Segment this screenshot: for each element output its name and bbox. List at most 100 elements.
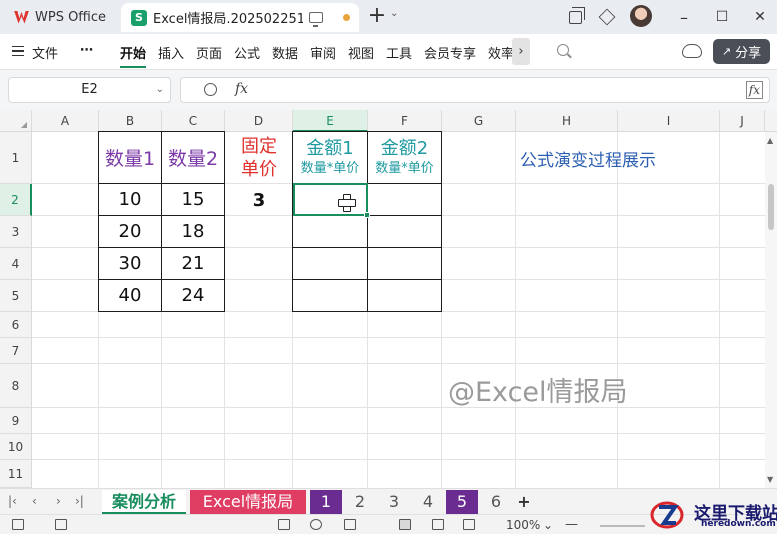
row-header-11[interactable]: 11 — [0, 460, 32, 488]
zoom-level[interactable]: 100% — [506, 518, 540, 532]
menu-more[interactable]: ⋯ — [80, 43, 93, 58]
column-header-i[interactable]: I — [618, 110, 720, 132]
sheet-tab-6[interactable]: 6 — [480, 490, 512, 514]
tab-review[interactable]: 审阅 — [310, 43, 336, 62]
name-box[interactable]: E2 ⌄ — [8, 77, 171, 103]
search-icon[interactable] — [557, 44, 569, 56]
fill-handle[interactable] — [364, 212, 370, 218]
cell-c5[interactable]: 24 — [161, 279, 225, 312]
cell-d1[interactable]: 固定 单价 — [225, 132, 293, 184]
add-sheet-button[interactable]: + — [514, 490, 534, 514]
cell-d2[interactable]: 3 — [225, 184, 293, 216]
tab-efficiency[interactable]: 效率 — [488, 43, 514, 62]
tab-member[interactable]: 会员专享 — [424, 43, 476, 62]
cell-e3[interactable] — [292, 215, 368, 248]
cell-f4[interactable] — [367, 247, 442, 280]
cell-e5[interactable] — [292, 279, 368, 312]
avatar[interactable] — [630, 5, 652, 27]
cell-c2[interactable]: 15 — [161, 183, 225, 216]
freeze-icon[interactable] — [344, 519, 356, 530]
tab-home[interactable]: 开始 — [120, 43, 147, 68]
vertical-scrollbar[interactable]: ▲ ▼ — [765, 132, 777, 488]
monitor-icon[interactable] — [309, 12, 323, 27]
cell-h1[interactable]: 公式演变过程展示 — [516, 140, 676, 176]
cell-e1[interactable]: 金额1 数量*单价 — [292, 131, 368, 184]
column-header-e[interactable]: E — [293, 110, 368, 132]
row-header-6[interactable]: 6 — [0, 312, 32, 338]
chevron-down-icon[interactable]: ⌄ — [156, 78, 164, 102]
minimize-button[interactable]: – — [674, 7, 694, 27]
row-header-4[interactable]: 4 — [0, 248, 32, 280]
cloud-upload-icon[interactable] — [682, 44, 702, 58]
tab-page[interactable]: 页面 — [196, 43, 222, 62]
cell-b3[interactable]: 20 — [98, 215, 162, 248]
cell-f3[interactable] — [367, 215, 442, 248]
chevron-down-icon[interactable]: ⌄ — [390, 8, 398, 19]
tab-formula[interactable]: 公式 — [234, 43, 260, 62]
cell-c1[interactable]: 数量2 — [161, 131, 225, 184]
row-header-10[interactable]: 10 — [0, 434, 32, 460]
cell-b2[interactable]: 10 — [98, 183, 162, 216]
tab-tools[interactable]: 工具 — [386, 43, 412, 62]
cube-button[interactable] — [597, 7, 617, 27]
prev-sheet-icon[interactable]: ‹ — [32, 494, 37, 508]
cell-c3[interactable]: 18 — [161, 215, 225, 248]
sheet-tab-1[interactable]: 1 — [310, 490, 342, 514]
close-button[interactable]: ✕ — [750, 7, 770, 27]
row-header-1[interactable]: 1 — [0, 132, 32, 184]
cell-f2[interactable] — [367, 183, 442, 216]
scrollbar-thumb[interactable] — [768, 184, 774, 230]
row-header-3[interactable]: 3 — [0, 216, 32, 248]
cell-b5[interactable]: 40 — [98, 279, 162, 312]
column-header-a[interactable]: A — [32, 110, 99, 132]
layout-icon[interactable] — [278, 519, 290, 530]
next-sheet-icon[interactable]: › — [56, 494, 61, 508]
cell-b1[interactable]: 数量1 — [98, 131, 162, 184]
eye-protection-icon[interactable] — [310, 519, 322, 530]
chevron-down-icon[interactable]: ⌄ — [543, 518, 553, 532]
wps-office-tab[interactable]: WPS Office — [6, 4, 112, 30]
row-header-8[interactable]: 8 — [0, 364, 32, 408]
column-header-b[interactable]: B — [99, 110, 162, 132]
page-layout-view-icon[interactable] — [463, 519, 475, 530]
formula-input[interactable]: fx fx — [180, 77, 770, 103]
share-button[interactable]: ↗ 分享 — [713, 39, 770, 64]
cell-f1[interactable]: 金额2 数量*单价 — [367, 131, 442, 184]
cell-f5[interactable] — [367, 279, 442, 312]
select-all-corner[interactable] — [0, 110, 32, 132]
column-header-d[interactable]: D — [225, 110, 293, 132]
tab-insert[interactable]: 插入 — [158, 43, 184, 62]
sheet-tab-3[interactable]: 3 — [378, 490, 410, 514]
sheet-tab-excel-info[interactable]: Excel情报局 — [190, 490, 306, 514]
active-cell-selection[interactable] — [293, 183, 368, 216]
cell-b4[interactable]: 30 — [98, 247, 162, 280]
cell-e4[interactable] — [292, 247, 368, 280]
last-sheet-icon[interactable]: ›| — [75, 494, 84, 508]
row-header-7[interactable]: 7 — [0, 338, 32, 364]
window-copy-button[interactable] — [565, 6, 585, 27]
function-dialog-icon[interactable]: fx — [745, 81, 763, 99]
column-header-g[interactable]: G — [442, 110, 516, 132]
first-sheet-icon[interactable]: |‹ — [8, 494, 17, 508]
menu-file[interactable]: 文件 — [32, 43, 58, 62]
sheet-tab-analysis[interactable]: 案例分析 — [102, 490, 186, 514]
sheet-list-icon[interactable] — [55, 519, 67, 530]
ribbon-scroll-right-button[interactable]: › — [512, 38, 530, 65]
tab-view[interactable]: 视图 — [348, 43, 374, 62]
maximize-button[interactable]: ☐ — [712, 7, 732, 27]
zoom-icon[interactable] — [204, 83, 217, 96]
row-header-9[interactable]: 9 — [0, 408, 32, 434]
scroll-down-icon[interactable]: ▼ — [767, 475, 773, 484]
cell-c4[interactable]: 21 — [161, 247, 225, 280]
column-header-f[interactable]: F — [368, 110, 442, 132]
row-header-5[interactable]: 5 — [0, 280, 32, 312]
sheet-tab-2[interactable]: 2 — [344, 490, 376, 514]
spreadsheet-grid[interactable]: A B C D E F G H I J 1 2 3 4 5 6 7 8 9 10… — [0, 110, 777, 488]
hamburger-icon[interactable] — [12, 46, 24, 56]
row-header-2[interactable]: 2 — [0, 184, 32, 216]
scroll-up-icon[interactable]: ▲ — [767, 136, 773, 145]
new-tab-button[interactable]: + — [367, 5, 387, 27]
macro-icon[interactable] — [12, 519, 24, 530]
document-tab[interactable]: S Excel情报局.20250225170807 — [121, 3, 359, 32]
page-break-view-icon[interactable] — [432, 519, 444, 530]
